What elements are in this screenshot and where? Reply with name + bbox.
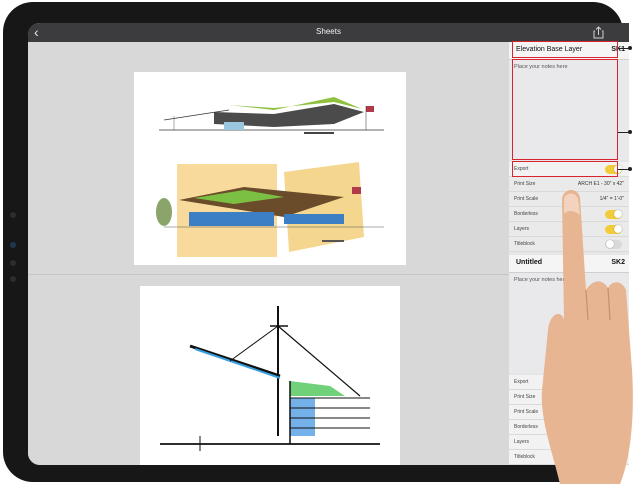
callout-notes [512, 59, 618, 160]
camera-dot [10, 242, 16, 248]
titleblock-label: Titleblock [514, 454, 535, 460]
sheet-thumbnail-sk2[interactable] [140, 286, 400, 465]
borderless-label: Borderless [514, 211, 538, 217]
titleblock-label: Titleblock [514, 241, 535, 247]
layers-label: Layers [514, 226, 530, 232]
print-size-label: Print Size [514, 394, 536, 400]
callout-title [512, 41, 618, 58]
page-title: Sheets [316, 27, 341, 36]
callout-dot [628, 167, 632, 171]
print-size-label: Print Size [514, 181, 536, 187]
side-button [10, 276, 16, 282]
print-scale-label: Print Scale [514, 196, 539, 202]
side-button [10, 260, 16, 266]
sheet-title[interactable]: Untitled [516, 259, 542, 266]
sheets-list [28, 42, 509, 465]
print-scale-label: Print Scale [514, 409, 539, 415]
borderless-label: Borderless [514, 424, 538, 430]
hand-pointer-image [541, 189, 633, 484]
list-divider [28, 274, 509, 275]
navigation-bar: ‹ Sheets [28, 23, 629, 42]
export-label: Export [514, 379, 529, 385]
sheet-thumbnail-sk1[interactable] [134, 72, 406, 265]
layers-label: Layers [514, 439, 530, 445]
side-button [10, 212, 16, 218]
callout-dot [628, 46, 632, 50]
callout-dot [628, 130, 632, 134]
callout-export [512, 161, 618, 177]
elevation-drawing [156, 97, 384, 257]
share-icon[interactable] [593, 26, 604, 39]
section-sketch [160, 306, 380, 451]
